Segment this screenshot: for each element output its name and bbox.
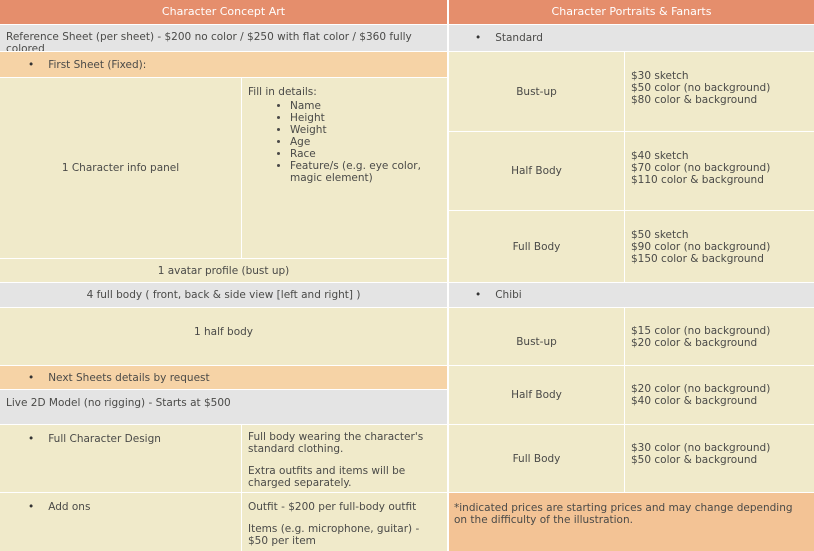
- bullet-icon: [28, 59, 48, 71]
- live2d-text: Live 2D Model (no rigging) - Starts at $…: [6, 397, 231, 409]
- full-design-desc-1: Full body wearing the character's standa…: [248, 431, 424, 455]
- chibi-full-body-prices: $30 color (no background) $50 color & ba…: [625, 425, 814, 492]
- price-line: $40 color & background: [631, 395, 758, 407]
- bullet-icon: [28, 372, 48, 384]
- portraits-header-text: Character Portraits & Fanarts: [551, 5, 712, 18]
- price-line: $15 color (no background): [631, 325, 771, 337]
- avatar-profile-row: 1 avatar profile (bust up): [0, 259, 447, 282]
- half-body-text: 1 half body: [193, 326, 254, 338]
- chibi-text: Chibi: [495, 289, 522, 301]
- price-line: $110 color & background: [631, 174, 764, 186]
- standard-half-body-label: Half Body: [449, 132, 624, 210]
- fill-in-item: Race: [290, 148, 441, 160]
- price-line: $80 color & background: [631, 94, 758, 106]
- next-sheets-text: Next Sheets details by request: [48, 372, 210, 384]
- price-line: $40 sketch: [631, 150, 689, 162]
- standard-full-body-prices: $50 sketch $90 color (no background) $15…: [625, 211, 814, 282]
- price-line: $90 color (no background): [631, 241, 771, 253]
- concept-art-header: Character Concept Art: [0, 0, 447, 24]
- chibi-bust-up-label: Bust-up: [449, 308, 624, 365]
- bullet-icon: [28, 501, 48, 513]
- full-design-desc-2: Extra outfits and items will be charged …: [248, 465, 406, 489]
- price-line: $50 sketch: [631, 229, 689, 241]
- price-line: $30 sketch: [631, 70, 689, 82]
- price-line: $50 color & background: [631, 454, 758, 466]
- standard-full-body-label: Full Body: [449, 211, 624, 282]
- pricing-note: *indicated prices are starting prices an…: [449, 493, 814, 551]
- standard-text: Standard: [495, 32, 543, 44]
- half-body-row: 1 half body: [0, 308, 447, 365]
- price-line: $70 color (no background): [631, 162, 771, 174]
- row-label: Bust-up: [516, 336, 557, 348]
- first-sheet-row: First Sheet (Fixed):: [0, 52, 447, 77]
- commission-price-table: Character Concept Art Reference Sheet (p…: [0, 0, 814, 551]
- row-label: Bust-up: [516, 85, 557, 98]
- add-ons-cell: Add ons: [0, 493, 241, 551]
- full-body-text: 4 full body ( front, back & side view [l…: [86, 289, 361, 301]
- concept-art-header-text: Character Concept Art: [161, 5, 286, 18]
- add-ons-text: Add ons: [48, 501, 91, 513]
- fill-in-item: Height: [290, 112, 441, 124]
- add-ons-desc-1: Outfit - $200 per full-body outfit: [248, 501, 417, 513]
- standard-bust-up-prices: $30 sketch $50 color (no background) $80…: [625, 52, 814, 131]
- price-line: $150 color & background: [631, 253, 764, 265]
- chibi-half-body-prices: $20 color (no background) $40 color & ba…: [625, 366, 814, 424]
- portraits-header: Character Portraits & Fanarts: [449, 0, 814, 24]
- row-label: Full Body: [512, 452, 561, 465]
- standard-half-body-prices: $40 sketch $70 color (no background) $11…: [625, 132, 814, 210]
- price-line: $30 color (no background): [631, 442, 771, 454]
- bullet-icon: [475, 289, 495, 301]
- chibi-row: Chibi: [449, 283, 814, 307]
- pricing-note-text: *indicated prices are starting prices an…: [454, 502, 793, 526]
- chibi-full-body-label: Full Body: [449, 425, 624, 492]
- fill-in-item: Age: [290, 136, 441, 148]
- next-sheets-row: Next Sheets details by request: [0, 366, 447, 389]
- full-design-text: Full Character Design: [48, 433, 161, 445]
- first-sheet-text: First Sheet (Fixed):: [48, 59, 147, 71]
- avatar-profile-text: 1 avatar profile (bust up): [157, 264, 290, 277]
- full-design-cell: Full Character Design: [0, 425, 241, 492]
- price-line: $50 color (no background): [631, 82, 771, 94]
- bullet-icon: [28, 433, 48, 445]
- fill-in-list: Name Height Weight Age Race Feature/s (e…: [248, 100, 441, 184]
- chibi-half-body-label: Half Body: [449, 366, 624, 424]
- add-ons-desc-2: Items (e.g. microphone, guitar) - $50 pe…: [248, 523, 420, 547]
- row-label: Full Body: [512, 240, 561, 253]
- reference-sheet-row: Reference Sheet (per sheet) - $200 no co…: [0, 25, 447, 51]
- fill-in-title: Fill in details:: [248, 86, 317, 98]
- full-body-row: 4 full body ( front, back & side view [l…: [0, 283, 447, 307]
- fill-in-item: Weight: [290, 124, 441, 136]
- info-panel-text: 1 Character info panel: [61, 162, 180, 174]
- fill-in-item: Name: [290, 100, 441, 112]
- bullet-icon: [475, 32, 495, 44]
- chibi-bust-up-prices: $15 color (no background) $20 color & ba…: [625, 308, 814, 365]
- row-label: Half Body: [511, 389, 562, 401]
- add-ons-desc-cell: Outfit - $200 per full-body outfit Items…: [242, 493, 447, 551]
- reference-sheet-text: Reference Sheet (per sheet) - $200 no co…: [6, 31, 412, 51]
- live2d-row: Live 2D Model (no rigging) - Starts at $…: [0, 390, 447, 424]
- fill-in-item: Feature/s (e.g. eye color, magic element…: [290, 160, 441, 184]
- price-line: $20 color (no background): [631, 383, 771, 395]
- info-panel-cell: 1 Character info panel: [0, 78, 241, 258]
- row-label: Half Body: [511, 165, 562, 177]
- standard-row: Standard: [449, 25, 814, 51]
- standard-bust-up-label: Bust-up: [449, 52, 624, 131]
- fill-in-details-cell: Fill in details: Name Height Weight Age …: [242, 78, 447, 258]
- price-line: $20 color & background: [631, 337, 758, 349]
- full-design-desc-cell: Full body wearing the character's standa…: [242, 425, 447, 492]
